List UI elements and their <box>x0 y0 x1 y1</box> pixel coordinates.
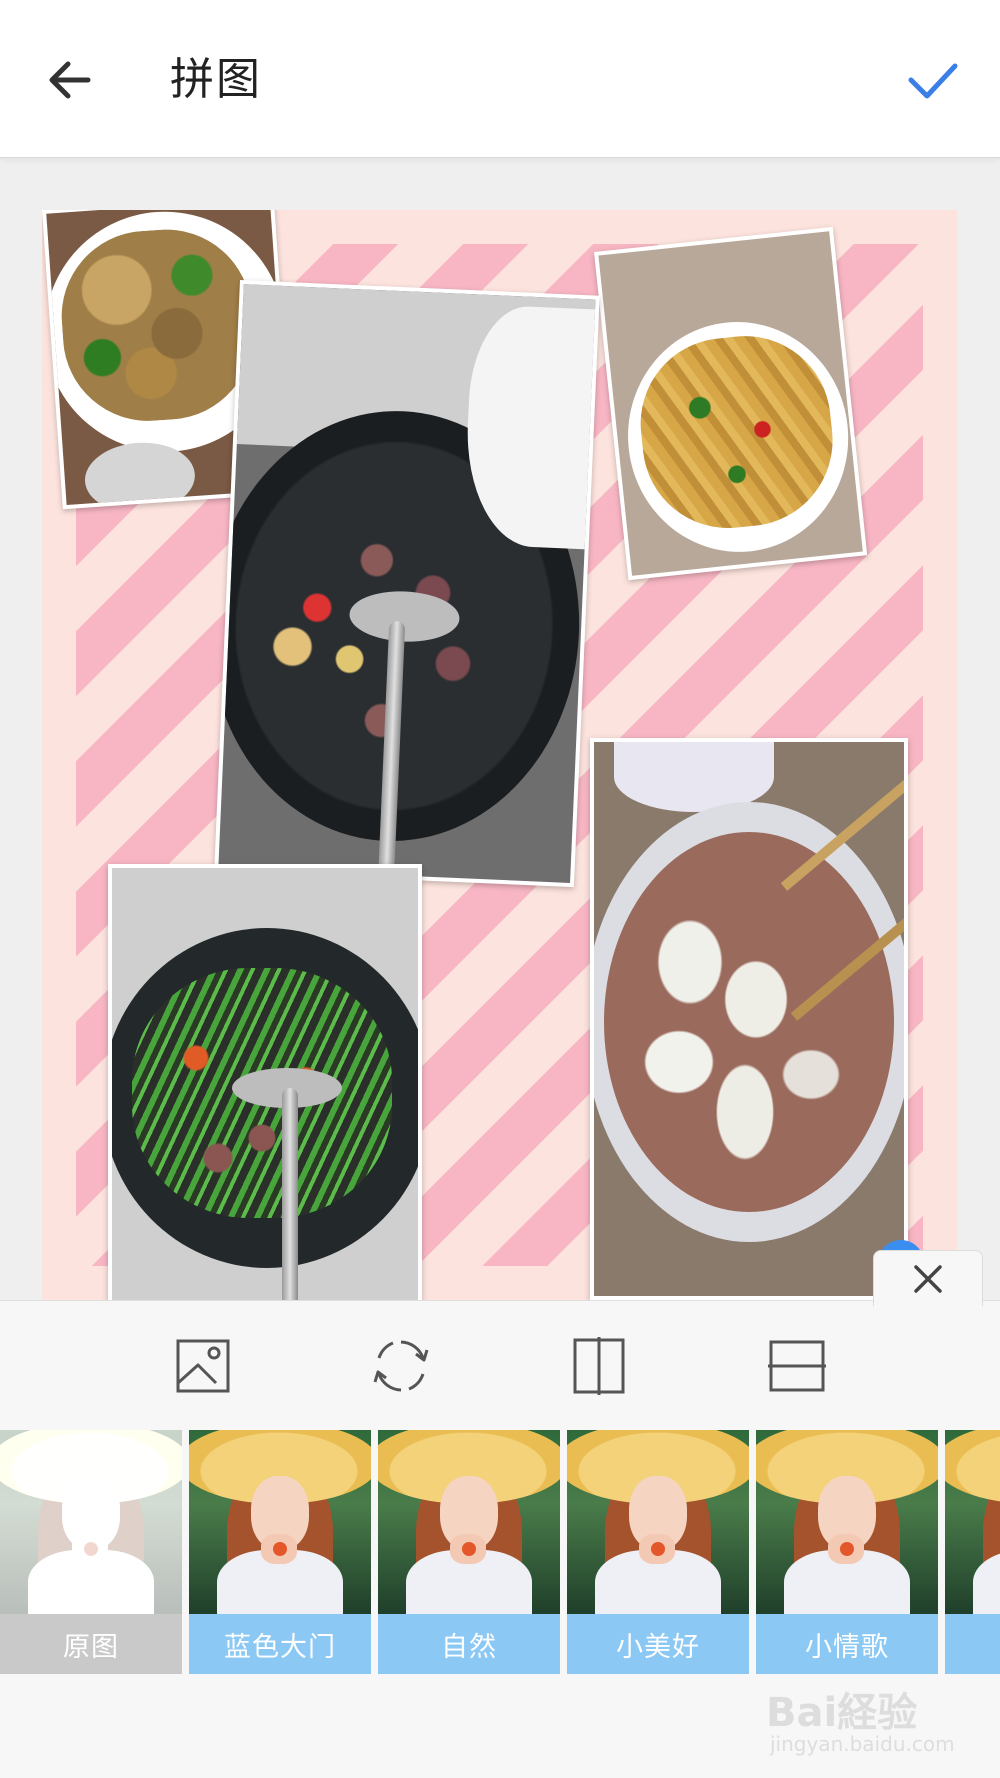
top-bar: 拼图 <box>0 0 1000 158</box>
filter-item-partial[interactable]: 日 <box>945 1430 1000 1674</box>
replace-image-button[interactable] <box>168 1331 238 1401</box>
app-root: 拼图 原图 蓝色大门 自然 小美好 小情歌 Bai経验 jingyan.baid… <box>0 0 1000 1778</box>
back-button[interactable] <box>30 40 110 120</box>
collage-canvas-area <box>0 158 1000 1300</box>
filter-label: 自然 <box>378 1614 560 1674</box>
filter-label: 蓝色大门 <box>189 1614 371 1674</box>
filter-label: 小美好 <box>567 1614 749 1674</box>
filter-strip: 原图 蓝色大门 自然 小美好 小情歌 <box>0 1430 1000 1674</box>
collage-photo-yam-soup[interactable] <box>590 738 908 1300</box>
filter-item-blue-door[interactable]: 蓝色大门 <box>189 1430 371 1674</box>
filter-thumbnail <box>378 1430 560 1614</box>
filter-item-love-song[interactable]: 小情歌 <box>756 1430 938 1674</box>
checkmark-icon <box>908 63 958 99</box>
filter-thumbnail <box>189 1430 371 1614</box>
filter-item-original[interactable]: 原图 <box>0 1430 182 1674</box>
filter-item-natural[interactable]: 自然 <box>378 1430 560 1674</box>
collage-photo-wok-sausage[interactable] <box>214 280 600 888</box>
confirm-button[interactable] <box>893 40 973 120</box>
collage-photo-green-onion-wok[interactable] <box>108 864 422 1300</box>
filter-thumbnail <box>945 1430 1000 1614</box>
flip-horizontal-icon <box>573 1337 625 1395</box>
filter-label: 小情歌 <box>756 1614 938 1674</box>
filter-item-little-beauty[interactable]: 小美好 <box>567 1430 749 1674</box>
filter-label: 原图 <box>0 1614 182 1674</box>
flip-vertical-icon <box>768 1340 826 1392</box>
baidu-watermark: Bai経验 jingyan.baidu.com <box>766 1680 966 1760</box>
rotate-icon <box>373 1340 429 1392</box>
page-title: 拼图 <box>170 54 262 105</box>
arrow-left-icon <box>49 61 91 99</box>
filter-thumbnail <box>756 1430 938 1614</box>
collage-board <box>42 210 957 1300</box>
close-icon <box>914 1264 942 1293</box>
rotate-button[interactable] <box>366 1331 436 1401</box>
flip-horizontal-button[interactable] <box>564 1331 634 1401</box>
watermark-url: jingyan.baidu.com <box>770 1732 955 1756</box>
filter-thumbnail <box>567 1430 749 1614</box>
collage-photo-bamboo-stir-fry[interactable] <box>594 226 868 581</box>
image-icon <box>176 1339 230 1393</box>
watermark-main: Bai経验 <box>766 1690 918 1736</box>
edit-toolbar <box>0 1300 1000 1430</box>
filter-thumbnail <box>0 1430 182 1614</box>
filter-label: 日 <box>945 1614 1000 1674</box>
flip-vertical-button[interactable] <box>762 1331 832 1401</box>
close-panel-button[interactable] <box>873 1250 983 1306</box>
